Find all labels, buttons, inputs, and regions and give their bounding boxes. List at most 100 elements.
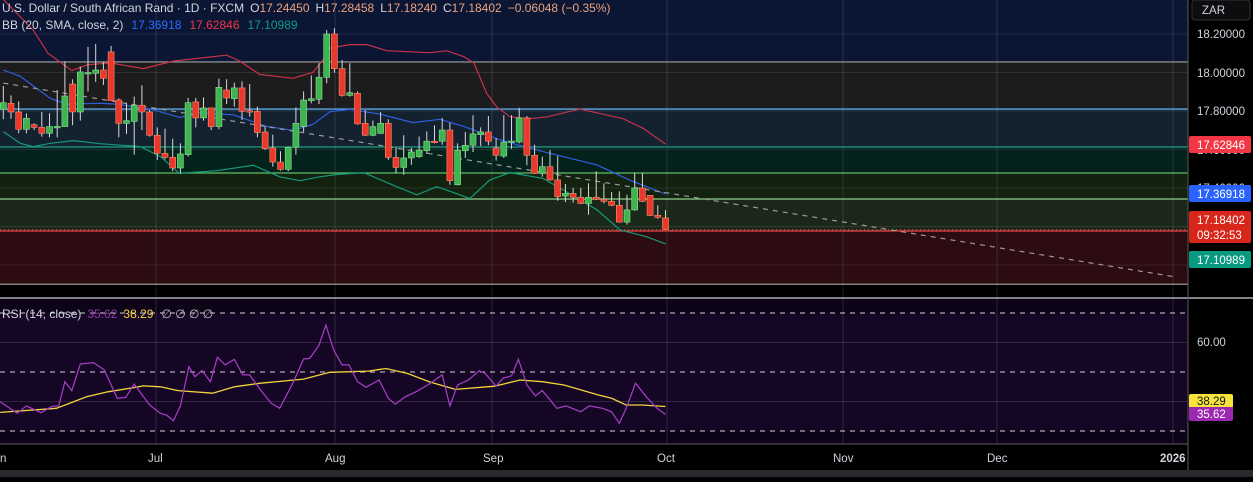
candle-body-down <box>254 111 261 133</box>
candle-body-down <box>269 147 277 163</box>
candle-body-up <box>123 120 130 124</box>
candle-body-up <box>623 209 631 223</box>
candle-body-up <box>631 187 639 211</box>
candle-body-up <box>438 129 446 142</box>
bb-lower-tag-text: 17.10989 <box>1197 255 1245 267</box>
time-label: 2026 <box>1160 453 1186 465</box>
candle-body-up <box>315 77 323 100</box>
rsi-legend[interactable]: RSI (14, close) 35.62 38.29 ∅ ∅ ∅ ∅ <box>2 307 213 321</box>
candle-body-up <box>292 123 300 148</box>
candle-body-up <box>408 151 415 159</box>
candle-body-down <box>492 147 500 156</box>
rsi-ma-value: 38.29 <box>123 307 153 321</box>
candle-body-down <box>277 161 284 170</box>
candle-body-up <box>346 92 354 96</box>
candle-body-up <box>508 140 515 143</box>
zone-5 <box>0 199 1188 230</box>
candle-body-down <box>446 129 454 181</box>
candle <box>331 28 338 73</box>
candle-body-up <box>323 33 331 78</box>
candle-body-up <box>200 107 207 119</box>
candle-body-up <box>215 87 223 127</box>
candle <box>184 97 192 157</box>
price-tick: 18.20000 <box>1197 29 1245 41</box>
candle-body-up <box>0 102 7 110</box>
candle-body-down <box>384 123 392 158</box>
candle-body-down <box>100 69 107 79</box>
candle-body-up <box>92 69 99 74</box>
candle-body-down <box>554 179 562 197</box>
candle-body-down <box>592 196 600 200</box>
rsi-label[interactable]: RSI (14, close) <box>2 307 81 321</box>
time-label: Sep <box>483 453 503 465</box>
chart-canvas[interactable]: U.S. Dollar / South African Rand · 1D · … <box>0 0 1253 477</box>
candle-body-down <box>115 99 123 124</box>
candle-body-down <box>107 51 115 101</box>
candle-body-down <box>531 154 538 174</box>
rsi-tag-text: 35.62 <box>1197 409 1226 421</box>
candle-body-up <box>177 153 184 169</box>
candle <box>354 91 361 125</box>
candle-body-down <box>192 101 200 119</box>
candle <box>446 122 454 185</box>
candle-body-up <box>415 149 423 157</box>
candle-body-down <box>38 127 46 134</box>
bb-basis-value: 17.36918 <box>131 18 181 32</box>
svg-text:U.S. Dollar / South African Ra: U.S. Dollar / South African Rand · 1D · … <box>2 1 610 15</box>
bb-upper-value: 17.62846 <box>189 18 239 32</box>
close-value: 17.18402 <box>452 1 502 15</box>
candle-body-down <box>246 110 253 113</box>
candle-body-down <box>169 157 176 169</box>
bb-label[interactable]: BB (20, SMA, close, 2) <box>2 18 123 32</box>
candle-body-up <box>284 147 292 170</box>
bottom-scroll-strip[interactable] <box>0 470 1253 477</box>
rsi-tick: 60.00 <box>1197 337 1226 349</box>
bb-lower-value: 17.10989 <box>248 18 298 32</box>
candle-body-up <box>585 196 592 204</box>
candle-body-up <box>400 157 408 168</box>
candle <box>646 195 654 216</box>
candle-body-up <box>477 131 485 135</box>
candle-body-up <box>23 118 30 130</box>
candle-body-up <box>46 126 53 134</box>
candle-body-up <box>500 141 508 157</box>
candle-body-down <box>546 166 554 181</box>
candle-body-down <box>608 200 615 206</box>
zone-2 <box>0 109 1188 147</box>
candle <box>107 45 115 101</box>
change-value: −0.06048 (−0.35%) <box>508 1 611 15</box>
rsi-ma-tag-text: 38.29 <box>1197 396 1226 408</box>
candle-body-down <box>485 131 492 142</box>
candle-body-down <box>69 83 76 113</box>
time-label: Jul <box>148 453 163 465</box>
candle <box>146 110 153 137</box>
candle <box>323 29 331 84</box>
low-value: 17.18240 <box>387 1 437 15</box>
candle-body-down <box>15 111 22 130</box>
candle-body-down <box>154 134 161 154</box>
candle-body-up <box>184 102 192 155</box>
candle-body-up <box>130 104 138 122</box>
candle-body-down <box>431 140 438 144</box>
candle-body-down <box>261 131 269 150</box>
svg-text:RSI (14, close)35.6238.29∅ ∅ ∅: RSI (14, close) 35.62 38.29 ∅ ∅ ∅ ∅ <box>2 307 213 321</box>
candle-body-up <box>84 72 92 75</box>
symbol-title[interactable]: U.S. Dollar / South African Rand · 1D · … <box>2 1 244 15</box>
candle-body-up <box>461 144 469 151</box>
candle-body-down <box>161 153 169 158</box>
bb-legend[interactable]: BB (20, SMA, close, 2) 17.36918 17.62846 17… <box>2 18 298 32</box>
candle-body-up <box>307 98 315 101</box>
high-label: H <box>316 1 325 15</box>
svg-text:BB (20, SMA, close, 2)17.36918: BB (20, SMA, close, 2) 17.36918 17.62846 17… <box>2 18 298 32</box>
bar-countdown: 09:32:53 <box>1197 230 1242 242</box>
symbol-legend[interactable]: U.S. Dollar / South African Rand · 1D · … <box>2 1 610 15</box>
price-pane[interactable] <box>0 0 1188 297</box>
price-tick: 17.80000 <box>1197 106 1245 118</box>
high-value: 17.28458 <box>324 1 374 15</box>
candle-body-up <box>423 140 431 151</box>
candle-body-down <box>662 217 669 230</box>
candle-body-up <box>454 149 461 186</box>
candle-body-down <box>331 33 338 69</box>
time-label: Oct <box>657 453 676 465</box>
candle-body-up <box>61 95 69 127</box>
